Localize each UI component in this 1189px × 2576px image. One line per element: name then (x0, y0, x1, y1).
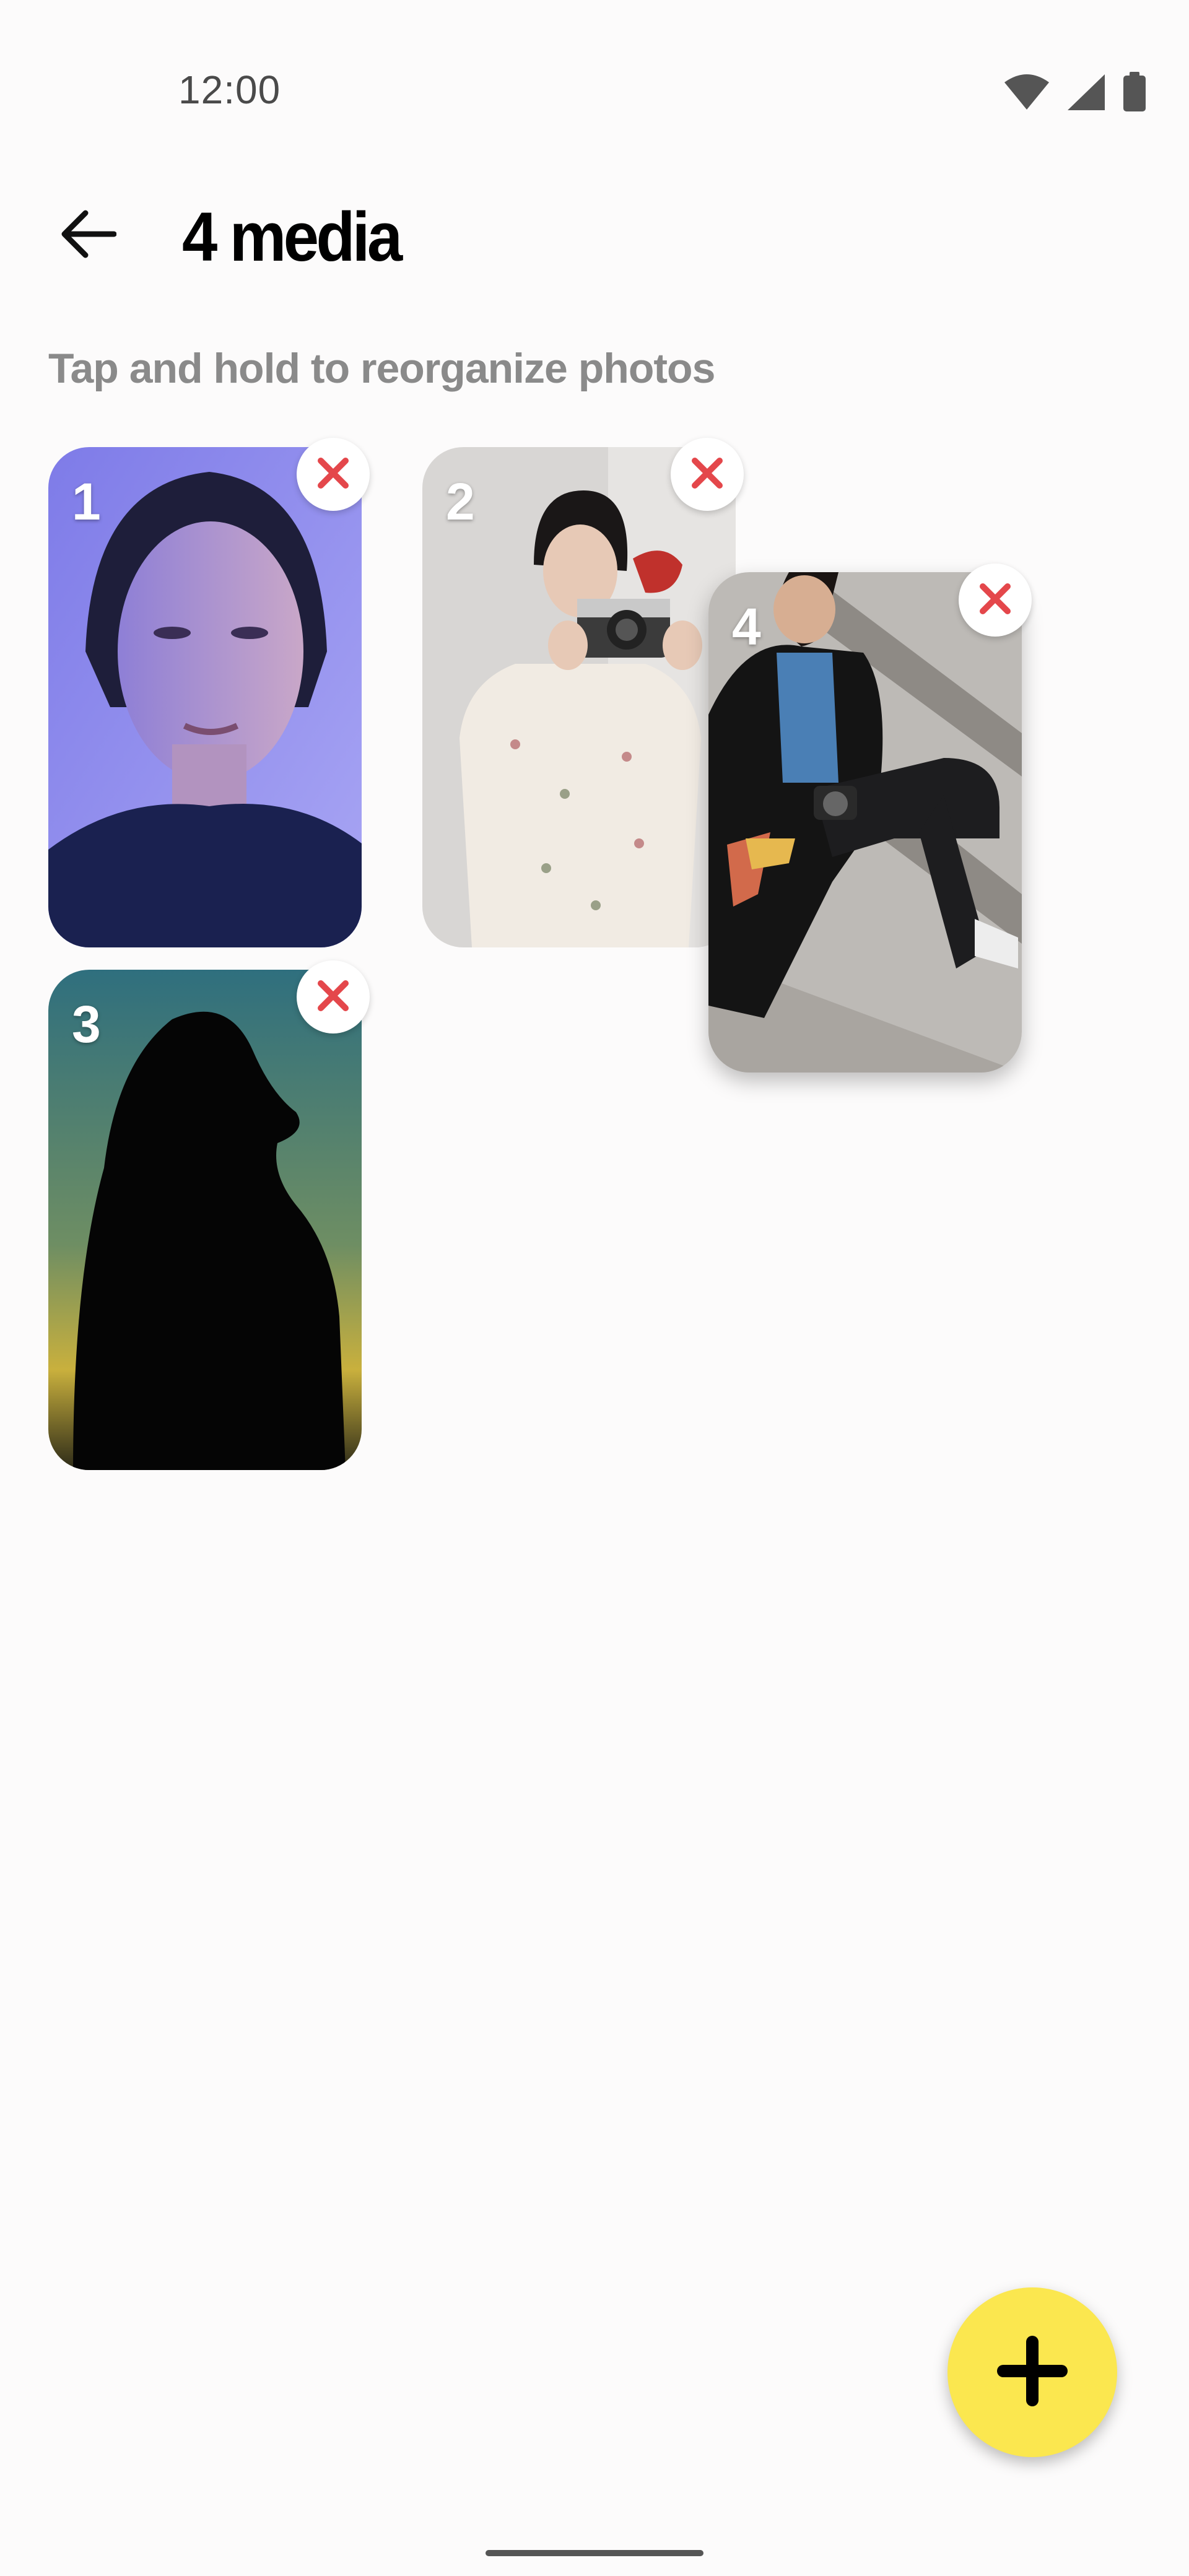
remove-media-2-button[interactable] (671, 438, 744, 511)
reorganize-hint: Tap and hold to reorganize photos (48, 345, 715, 392)
plus-icon (997, 2335, 1068, 2409)
media-number: 3 (72, 995, 101, 1053)
media-item-1[interactable]: 1 (48, 447, 362, 947)
close-icon (316, 456, 351, 494)
add-media-button[interactable] (947, 2287, 1117, 2457)
status-icons (1003, 72, 1147, 116)
close-icon (316, 978, 351, 1016)
remove-media-4-button[interactable] (959, 564, 1032, 637)
media-item-4[interactable]: 4 (708, 572, 1022, 1073)
media-number: 2 (446, 472, 475, 531)
close-icon (690, 456, 725, 494)
media-reorder-screen: 12:00 4 media Tap and hold to reorganize… (0, 0, 1189, 2576)
wifi-icon (1003, 74, 1050, 114)
media-number: 4 (732, 598, 761, 656)
back-button[interactable] (52, 199, 124, 271)
signal-icon (1066, 73, 1106, 115)
remove-media-3-button[interactable] (297, 960, 370, 1033)
page-title: 4 media (182, 198, 403, 276)
media-item-3[interactable]: 3 (48, 970, 362, 1470)
close-icon (978, 581, 1013, 619)
status-time: 12:00 (178, 67, 281, 112)
gesture-nav-handle[interactable] (486, 2550, 703, 2556)
status-bar: 12:00 (0, 0, 1189, 149)
battery-icon (1122, 72, 1147, 116)
remove-media-1-button[interactable] (297, 438, 370, 511)
media-number: 1 (72, 472, 101, 531)
media-item-2[interactable]: 2 (422, 447, 736, 947)
arrow-left-icon (59, 209, 117, 262)
